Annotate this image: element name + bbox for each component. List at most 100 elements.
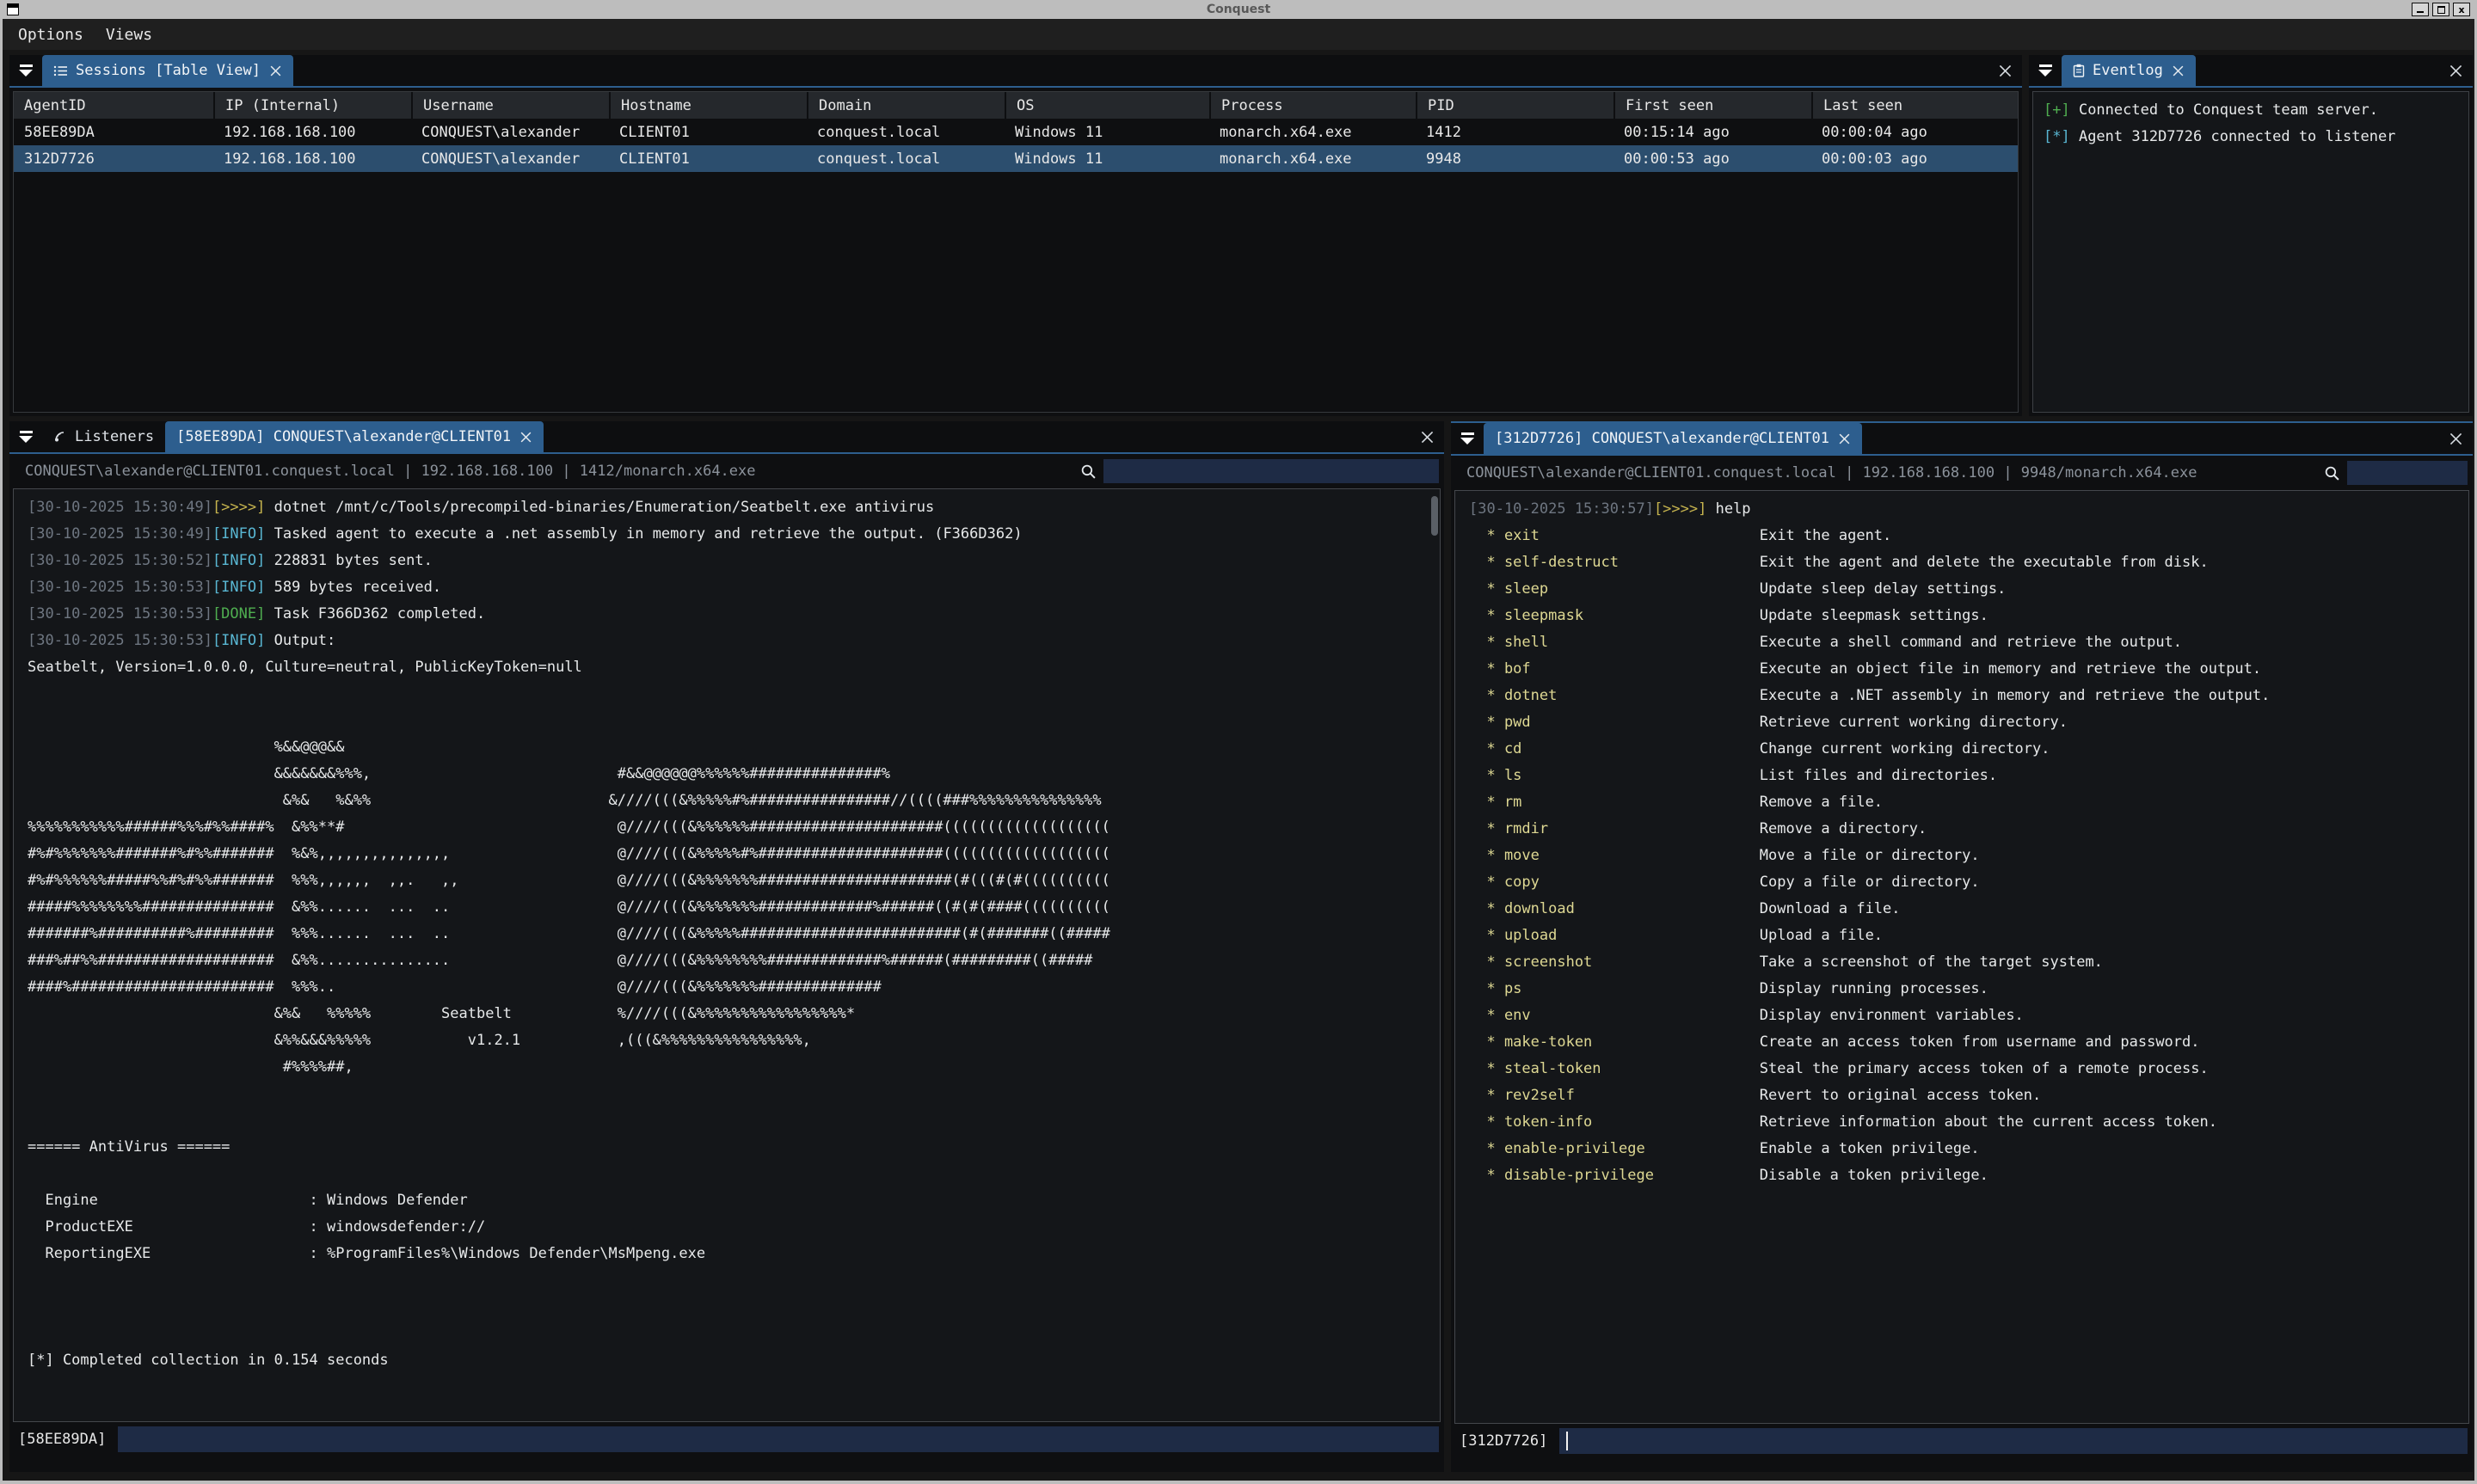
console-line: %%%%%%%%%%%######%%%#%%####% &%%**# @///…	[28, 814, 1426, 841]
console-line: [30-10-2025 15:30:49][>>>>] dotnet /mnt/…	[28, 494, 1426, 521]
agent-prompt: [312D7726]	[1460, 1432, 1547, 1450]
command-input[interactable]	[1559, 1428, 2468, 1454]
console-status-bar: CONQUEST\alexander@CLIENT01.conquest.loc…	[1451, 456, 2473, 490]
console-line: %&&@@@&&	[28, 734, 1426, 761]
session-cell: conquest.local	[807, 150, 1005, 168]
collapse-panel-icon[interactable]	[1451, 423, 1484, 454]
agent-context-text: CONQUEST\alexander@CLIENT01.conquest.loc…	[1466, 464, 2197, 481]
session-cell: Windows 11	[1005, 150, 1209, 168]
column-header[interactable]: Hostname	[609, 92, 807, 119]
help-command-line: * dotnetExecute a .NET assembly in memor…	[1469, 683, 2455, 709]
close-tab-icon[interactable]	[519, 431, 532, 444]
console-input-row: [312D7726]	[1451, 1424, 2473, 1458]
tab-session-label: [312D7726] CONQUEST\alexander@CLIENT01	[1495, 430, 1829, 447]
help-command-line: * token-infoRetrieve information about t…	[1469, 1109, 2455, 1136]
listener-icon	[53, 430, 67, 444]
menu-item-options[interactable]: Options	[18, 26, 83, 44]
close-panel-button[interactable]	[1410, 421, 1444, 452]
help-command-line: * rmdirRemove a directory.	[1469, 816, 2455, 843]
column-header[interactable]: OS	[1005, 92, 1209, 119]
session-cell: 58EE89DA	[14, 124, 213, 141]
sessions-panel: Sessions [Table View] AgentIDIP (Interna…	[9, 55, 2022, 416]
console-output: [30-10-2025 15:30:49][>>>>] dotnet /mnt/…	[13, 488, 1441, 1422]
session-cell: 00:00:53 ago	[1613, 150, 1811, 168]
console-line: #%#%%%%%%%#######%#%%####### %&%,,,,,,,,…	[28, 841, 1426, 868]
session-cell: 00:00:03 ago	[1811, 150, 2018, 168]
console-line: #####%%%%%%%%############### &%%...... .…	[28, 894, 1426, 921]
window-title: Conquest	[3, 3, 2474, 16]
collapse-panel-icon[interactable]	[2029, 55, 2062, 86]
tab-session-58EE89DA[interactable]: [58EE89DA] CONQUEST\alexander@CLIENT01	[165, 421, 544, 452]
column-header[interactable]: IP (Internal)	[213, 92, 411, 119]
session-cell: 192.168.168.100	[213, 124, 411, 141]
close-panel-button[interactable]	[2438, 423, 2473, 454]
tab-eventlog-label: Eventlog	[2093, 62, 2163, 79]
column-header[interactable]: First seen	[1613, 92, 1811, 119]
console-line: &%& %&%% &////(((&%%%%%#%###############…	[28, 788, 1426, 814]
close-panel-button[interactable]	[2438, 55, 2473, 86]
console-line: Seatbelt, Version=1.0.0.0, Culture=neutr…	[28, 654, 1426, 681]
session-cell: 00:15:14 ago	[1613, 124, 1811, 141]
console-input-row: [58EE89DA]	[9, 1422, 1444, 1456]
list-icon	[53, 64, 68, 77]
session-console-312D7726: [312D7726] CONQUEST\alexander@CLIENT01 C…	[1451, 421, 2473, 1472]
search-icon	[2324, 465, 2340, 481]
command-input[interactable]	[118, 1426, 1439, 1452]
eventlog-output: [+] Connected to Conquest team server.[*…	[2032, 91, 2469, 413]
console-line: #######%##########%######### %%%...... .…	[28, 921, 1426, 947]
scrollbar-thumb[interactable]	[1431, 496, 1438, 536]
help-command-line: * rev2selfRevert to original access toke…	[1469, 1082, 2455, 1109]
minimize-button[interactable]	[2412, 3, 2429, 16]
collapse-panel-icon[interactable]	[9, 421, 42, 452]
session-cell: conquest.local	[807, 124, 1005, 141]
console-line: ====== AntiVirus ======	[28, 1134, 1426, 1161]
console-lines: [30-10-2025 15:30:57][>>>>] help * exitE…	[1469, 496, 2455, 1189]
session-cell: 312D7726	[14, 150, 213, 168]
tab-underline	[2029, 86, 2473, 88]
search-input[interactable]	[1103, 459, 1439, 483]
console-line	[28, 1107, 1426, 1134]
tab-listeners[interactable]: Listeners	[42, 421, 165, 452]
close-tab-icon[interactable]	[1838, 432, 1851, 445]
console-line: [30-10-2025 15:30:52][INFO] 228831 bytes…	[28, 548, 1426, 574]
column-header[interactable]: Domain	[807, 92, 1005, 119]
console-line: [30-10-2025 15:30:53][INFO] 589 bytes re…	[28, 574, 1426, 601]
console-panel-header: Listeners [58EE89DA] CONQUEST\alexander@…	[9, 421, 1444, 452]
help-command-line: * bofExecute an object file in memory an…	[1469, 656, 2455, 683]
close-window-button[interactable]: x	[2453, 3, 2470, 16]
close-panel-button[interactable]	[1988, 55, 2022, 86]
session-row[interactable]: 312D7726192.168.168.100CONQUEST\alexande…	[14, 145, 2018, 172]
console-line	[28, 708, 1426, 734]
column-header[interactable]: PID	[1416, 92, 1613, 119]
console-line: Engine : Windows Defender	[28, 1187, 1426, 1214]
session-cell: monarch.x64.exe	[1209, 124, 1416, 141]
column-header[interactable]: Last seen	[1811, 92, 2018, 119]
tab-eventlog[interactable]: Eventlog	[2062, 55, 2196, 86]
console-lines: [30-10-2025 15:30:49][>>>>] dotnet /mnt/…	[28, 494, 1426, 1374]
agent-prompt: [58EE89DA]	[18, 1431, 106, 1448]
column-header[interactable]: Username	[411, 92, 609, 119]
help-command-line: * enable-privilegeEnable a token privile…	[1469, 1136, 2455, 1162]
conquest-window: Conquest x Options Views Sessions [Table…	[0, 0, 2477, 1484]
console-line: &&&&&&&%%%, #&&@@@@@@%%%%%%#############…	[28, 761, 1426, 788]
menu-item-views[interactable]: Views	[106, 26, 152, 44]
help-command-line: * copyCopy a file or directory.	[1469, 869, 2455, 896]
console-line: ProductEXE : windowsdefender://	[28, 1214, 1426, 1241]
maximize-button[interactable]	[2432, 3, 2449, 16]
tab-sessions-table-view[interactable]: Sessions [Table View]	[42, 55, 293, 86]
search-input[interactable]	[2347, 461, 2468, 485]
session-cell: 00:00:04 ago	[1811, 124, 2018, 141]
help-command-line: * downloadDownload a file.	[1469, 896, 2455, 923]
tab-session-312D7726[interactable]: [312D7726] CONQUEST\alexander@CLIENT01	[1484, 423, 1862, 454]
column-header[interactable]: Process	[1209, 92, 1416, 119]
console-line	[28, 1161, 1426, 1187]
close-tab-icon[interactable]	[269, 64, 282, 77]
close-tab-icon[interactable]	[2172, 64, 2185, 77]
eventlog-entry: [*] Agent 312D7726 connected to listener	[2044, 124, 2458, 150]
sessions-table-body: 58EE89DA192.168.168.100CONQUEST\alexande…	[14, 119, 2018, 172]
collapse-panel-icon[interactable]	[9, 55, 42, 86]
help-command-line: * screenshotTake a screenshot of the tar…	[1469, 949, 2455, 976]
tab-session-label: [58EE89DA] CONQUEST\alexander@CLIENT01	[176, 428, 511, 445]
session-row[interactable]: 58EE89DA192.168.168.100CONQUEST\alexande…	[14, 119, 2018, 145]
column-header[interactable]: AgentID	[14, 92, 213, 119]
